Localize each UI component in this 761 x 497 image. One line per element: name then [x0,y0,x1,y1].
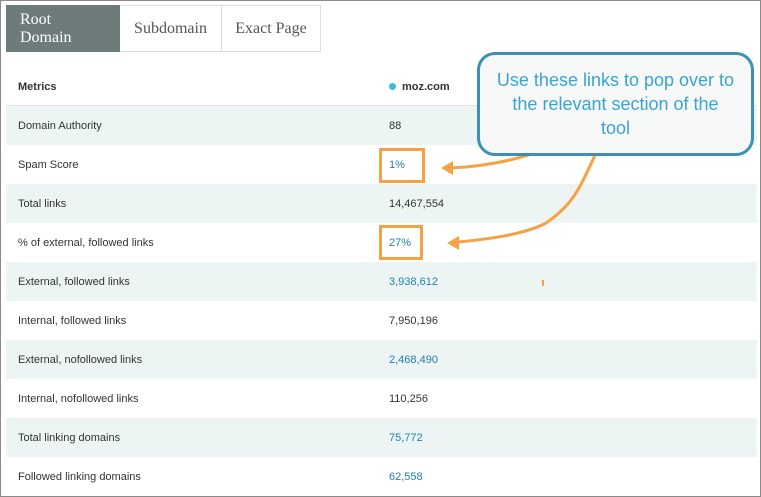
metric-label: % of external, followed links [18,236,154,249]
total-linking-domains-link[interactable]: 75,772 [389,432,423,444]
table-row: Followed linking domains 62,558 [6,457,757,496]
scope-tabs: Root Domain Subdomain Exact Page [6,5,321,52]
external-nofollowed-links-link[interactable]: 2,468,490 [389,354,438,366]
table-row: External, followed links 3,938,612 [6,262,757,301]
tab-root-domain[interactable]: Root Domain [6,5,120,52]
screenshot-frame: Root Domain Subdomain Exact Page Metrics… [0,0,761,497]
metric-label: External, nofollowed links [18,353,143,366]
metric-label: Internal, nofollowed links [18,392,139,405]
site-name: moz.com [402,80,450,93]
table-row: Internal, nofollowed links 110,256 [6,379,757,418]
metric-value: 88 [389,119,402,132]
table-row: Total linking domains 75,772 [6,418,757,457]
external-followed-links-link[interactable]: 3,938,612 [389,276,438,288]
metric-label: Followed linking domains [18,470,141,483]
followed-linking-domains-link[interactable]: 62,558 [389,471,423,483]
metric-label: External, followed links [18,275,130,288]
site-dot-icon [389,83,396,90]
spam-score-highlight [379,148,425,183]
callout-text: Use these links to pop over to the relev… [496,70,735,138]
metrics-column-header: Metrics [18,80,57,93]
external-followed-highlight [379,225,423,260]
metric-label: Total links [18,197,67,210]
tab-exact-page[interactable]: Exact Page [222,5,321,52]
table-row: Total links 14,467,554 [6,184,757,223]
metric-label: Spam Score [18,158,79,171]
callout-bubble: Use these links to pop over to the relev… [477,52,754,156]
orange-tick-mark [542,280,544,286]
metric-label: Internal, followed links [18,314,127,327]
table-row: Internal, followed links 7,950,196 [6,301,757,340]
metric-value: 7,950,196 [389,314,438,327]
tab-subdomain[interactable]: Subdomain [120,5,222,52]
metric-value: 14,467,554 [389,197,445,210]
site-column-header: moz.com [389,81,450,93]
metric-label: Domain Authority [18,119,102,132]
table-row: External, nofollowed links 2,468,490 [6,340,757,379]
metric-label: Total linking domains [18,431,121,444]
metric-value: 110,256 [389,392,428,405]
